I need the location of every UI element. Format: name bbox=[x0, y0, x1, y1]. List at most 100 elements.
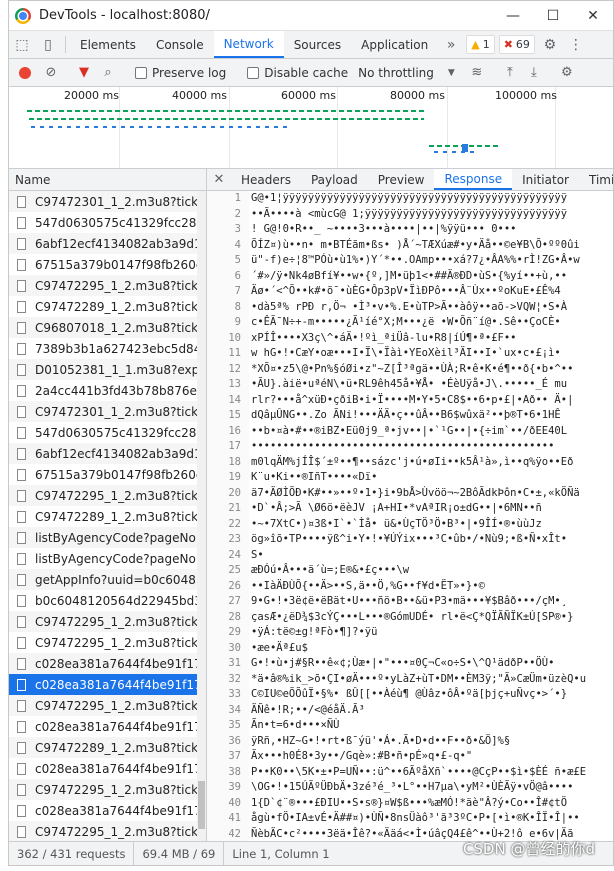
line-number: 36 bbox=[207, 733, 249, 749]
request-row[interactable]: 67515a379b0147f98fb260efd bbox=[9, 464, 206, 485]
line-number: 35 bbox=[207, 718, 249, 734]
request-row[interactable]: c028ea381a7644f4be91f1771 bbox=[9, 716, 206, 737]
tab-application[interactable]: Application bbox=[351, 31, 438, 58]
request-row[interactable]: listByAgencyCode?pageNo=1 bbox=[9, 548, 206, 569]
tab-response[interactable]: Response bbox=[434, 169, 513, 190]
request-row[interactable]: c028ea381a7644f4be91f1771 bbox=[9, 653, 206, 674]
response-body-viewer[interactable]: 1 G@•1¦ÿÿÿÿÿÿÿÿÿÿÿÿÿÿÿÿÿÿÿÿÿÿÿÿÿÿÿÿÿÿÿÿÿÿ… bbox=[207, 191, 613, 841]
request-row[interactable]: 547d0630575c41329fcc28448 bbox=[9, 422, 206, 443]
code-text: P••K0••\5K•±•P=UÑ••:ü^••6ÃºåXñ`••••@CçP•… bbox=[251, 765, 587, 778]
request-row[interactable]: b0c6048120564d22945bd361 bbox=[9, 590, 206, 611]
tab-timing[interactable]: Timing bbox=[579, 169, 613, 190]
request-row[interactable]: 2a4cc441b3fd43b78b876ebd bbox=[9, 380, 206, 401]
request-row[interactable]: C97472301_1_2.m3u8?ticket= bbox=[9, 191, 206, 212]
timeline-tick-label: 40000 ms bbox=[172, 89, 227, 102]
file-icon bbox=[17, 405, 26, 418]
network-settings-icon[interactable]: ⚙ bbox=[555, 65, 579, 80]
request-row[interactable]: c028ea381a7644f4be91f1771 bbox=[9, 674, 206, 695]
request-list-scrollbar[interactable] bbox=[197, 191, 206, 841]
request-row[interactable]: c028ea381a7644f4be91f1771 bbox=[9, 800, 206, 821]
file-icon bbox=[17, 426, 26, 439]
throttling-select[interactable]: No throttling ▼ bbox=[358, 66, 455, 80]
request-row[interactable]: c028ea381a7644f4be91f1771 bbox=[9, 758, 206, 779]
request-row[interactable]: C97472289_1_2.m3u8?ticket= bbox=[9, 296, 206, 317]
tab-console[interactable]: Console bbox=[146, 31, 214, 58]
file-icon bbox=[17, 384, 26, 397]
preserve-log-checkbox[interactable]: Preserve log bbox=[135, 66, 226, 80]
close-button[interactable]: ✕ bbox=[573, 1, 613, 31]
more-options-icon[interactable]: ⋮ bbox=[563, 31, 589, 58]
request-row[interactable]: C97472295_1_2.m3u8?ticket= bbox=[9, 695, 206, 716]
request-row[interactable]: 67515a379b0147f98fb260efd bbox=[9, 254, 206, 275]
checkbox-box[interactable] bbox=[135, 66, 147, 79]
close-detail-icon[interactable]: ✕ bbox=[207, 169, 231, 190]
timeline-gridline bbox=[447, 87, 448, 168]
request-row[interactable]: C97472289_1_2.m3u8?ticket= bbox=[9, 506, 206, 527]
timeline-activity-bar bbox=[29, 118, 424, 120]
tab-network[interactable]: Network bbox=[213, 31, 284, 58]
checkbox-box[interactable] bbox=[247, 66, 260, 79]
name-column-header[interactable]: Name bbox=[9, 169, 206, 191]
tab-headers[interactable]: Headers bbox=[231, 169, 301, 190]
request-row[interactable]: getAppInfo?uuid=b0c604812 bbox=[9, 569, 206, 590]
request-name: 6abf12ecf4134082ab3a9d1f2. bbox=[35, 236, 206, 251]
request-list-pane: Name C97472301_1_2.m3u8?ticket= 547d06305… bbox=[9, 169, 207, 841]
filter-icon[interactable]: ▼ bbox=[72, 65, 96, 80]
line-number: 38 bbox=[207, 764, 249, 780]
code-line: 29 •ÿÁ:të©±g!ªFò•¶]?•ÿü bbox=[207, 625, 613, 641]
line-number: 19 bbox=[207, 470, 249, 486]
export-har-icon[interactable]: ⤓ bbox=[522, 65, 546, 80]
request-row[interactable]: C97472295_1_2.m3u8?ticket= bbox=[9, 821, 206, 841]
file-icon bbox=[17, 447, 26, 460]
warnings-badge[interactable]: ▲ 1 bbox=[466, 35, 495, 54]
request-row[interactable]: C97472295_1_2.m3u8?ticket= bbox=[9, 611, 206, 632]
request-row[interactable]: D01052381_1_1.m3u8?expire bbox=[9, 359, 206, 380]
scrollbar-thumb[interactable] bbox=[198, 781, 205, 829]
errors-count: 69 bbox=[515, 38, 530, 51]
errors-badge[interactable]: ✖ 69 bbox=[498, 35, 535, 54]
tab-initiator[interactable]: Initiator bbox=[512, 169, 579, 190]
line-number: 32 bbox=[207, 671, 249, 687]
code-line: 40 1{D`¢¨®•••£ÐIU••S•s®}¤W$ß•••%æMÓ!*äè"Â… bbox=[207, 795, 613, 811]
request-row[interactable]: 547d0630575c41329fcc28448 bbox=[9, 212, 206, 233]
request-row[interactable]: C97472295_1_2.m3u8?ticket= bbox=[9, 275, 206, 296]
more-tabs-icon[interactable]: » bbox=[438, 31, 464, 58]
code-text: ••b•¤à•#••®iBZ•Eü0j9_ª•jv••|•`¹G••|•{÷im… bbox=[251, 424, 568, 437]
tab-preview[interactable]: Preview bbox=[368, 169, 435, 190]
device-toolbar-icon[interactable]: ▯ bbox=[35, 31, 61, 58]
code-text: Ãn•t=6•d•••×ÑÙ bbox=[251, 719, 340, 731]
request-row[interactable]: listByAgencyCode?pageNo=1 bbox=[9, 527, 206, 548]
code-line: 20 ä7•ÄØÌÕÐ•K#••»••º•1•}i•9bÅ>Ùvöö¬~2BôÃd… bbox=[207, 485, 613, 501]
code-line: 7 Äø•´<^Õ••k#•õ¯•ùÈG•Ôp3pV•ÏìÐPô•••Â¨Ùx••… bbox=[207, 284, 613, 300]
search-icon[interactable]: ⌕ bbox=[96, 65, 120, 80]
tab-elements[interactable]: Elements bbox=[70, 31, 146, 58]
request-row[interactable]: C97472295_1_2.m3u8?ticket= bbox=[9, 779, 206, 800]
request-row[interactable]: 6abf12ecf4134082ab3a9d1f2. bbox=[9, 233, 206, 254]
tab-payload[interactable]: Payload bbox=[301, 169, 368, 190]
tab-sources[interactable]: Sources bbox=[284, 31, 351, 58]
line-number: 40 bbox=[207, 795, 249, 811]
disable-cache-checkbox[interactable]: Disable cache bbox=[247, 66, 348, 80]
line-number: 11 bbox=[207, 346, 249, 362]
maximize-button[interactable]: ☐ bbox=[533, 1, 573, 31]
request-row[interactable]: C97472289_1_2.m3u8?ticket= bbox=[9, 737, 206, 758]
network-overview-timeline[interactable]: 20000 ms 40000 ms 60000 ms 80000 ms 1000… bbox=[9, 87, 613, 169]
request-row[interactable]: 6abf12ecf4134082ab3a9d1f2. bbox=[9, 443, 206, 464]
code-text: w hG•!•CæY•oæ•••I•Ï\•Ïàì•YEoXèil³ÄI••I•`… bbox=[251, 347, 561, 359]
line-number: 3 bbox=[207, 222, 249, 238]
request-row[interactable]: C97472301_1_2.m3u8?ticket= bbox=[9, 401, 206, 422]
inspect-element-icon[interactable]: ⬚ bbox=[9, 31, 35, 58]
minimize-button[interactable]: — bbox=[493, 1, 533, 31]
settings-gear-icon[interactable]: ⚙ bbox=[537, 31, 563, 58]
request-row[interactable]: C97472295_1_2.m3u8?ticket= bbox=[9, 632, 206, 653]
request-row[interactable]: C97472295_1_2.m3u8?ticket= bbox=[9, 485, 206, 506]
request-row[interactable]: C96807018_1_2.m3u8?ticket= bbox=[9, 317, 206, 338]
record-button[interactable] bbox=[19, 66, 31, 79]
network-conditions-icon[interactable]: ≋ bbox=[465, 65, 489, 80]
code-line: 24 S• bbox=[207, 547, 613, 563]
request-row[interactable]: 7389b3b1a627423ebc5d8486 bbox=[9, 338, 206, 359]
clear-icon[interactable]: ⊘ bbox=[39, 65, 63, 80]
import-har-icon[interactable]: ⤒ bbox=[498, 65, 522, 80]
request-list[interactable]: C97472301_1_2.m3u8?ticket= 547d0630575c41… bbox=[9, 191, 206, 841]
request-name: 67515a379b0147f98fb260efd bbox=[35, 257, 206, 272]
